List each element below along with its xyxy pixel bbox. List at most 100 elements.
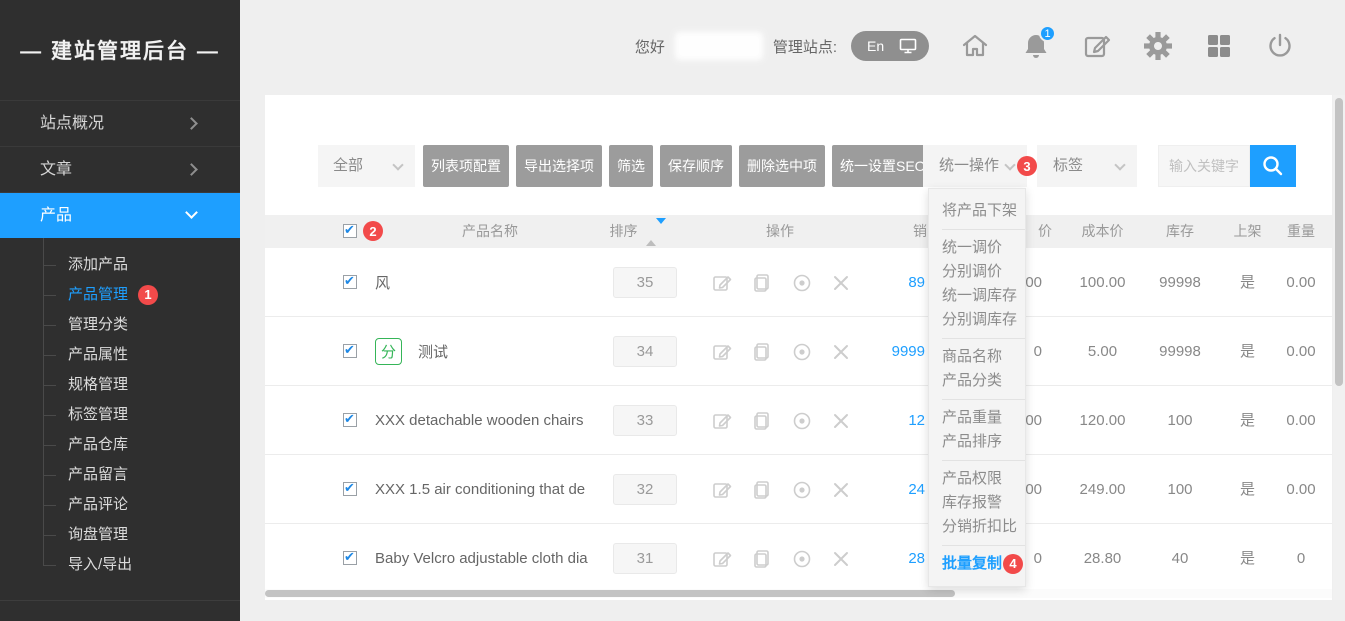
sidebar-subitem-label: 产品仓库 — [68, 436, 128, 453]
view-icon[interactable] — [791, 410, 813, 432]
edit-icon[interactable] — [711, 410, 733, 432]
sidebar-subitem-2[interactable]: 管理分类 — [0, 310, 240, 340]
sidebar-item-1[interactable]: 文章 — [0, 146, 240, 192]
settings-button[interactable] — [1143, 31, 1173, 61]
sales-link[interactable]: 89 — [820, 248, 925, 317]
compose-button[interactable] — [1082, 31, 1112, 61]
listed-value: 是 — [1220, 317, 1275, 386]
cost-value: 249.00 — [1055, 455, 1150, 524]
menu-item[interactable]: 产品权限 — [929, 467, 1025, 491]
menu-item[interactable]: 将产品下架 — [929, 199, 1025, 223]
horizontal-scrollbar-thumb[interactable] — [265, 590, 955, 597]
sort-order-input[interactable]: 32 — [613, 474, 677, 505]
sort-order-input[interactable]: 35 — [613, 267, 677, 298]
menu-item-batch-copy[interactable]: 批量复制4 — [929, 552, 1025, 576]
table-body: 风 35 89 00 100.00 99998 是 0.00 分测试 34 — [265, 248, 1332, 593]
home-button[interactable] — [960, 31, 990, 61]
logout-button[interactable] — [1265, 31, 1295, 61]
menu-divider — [942, 229, 1025, 230]
language-site-switcher[interactable]: En — [851, 31, 929, 61]
menu-item[interactable]: 产品分类 — [929, 369, 1025, 393]
sort-order-input[interactable]: 33 — [613, 405, 677, 436]
sidebar-subitem-label: 询盘管理 — [68, 526, 128, 543]
cost-value: 120.00 — [1055, 386, 1150, 455]
toolbar-button-2[interactable]: 筛选 — [609, 145, 653, 187]
product-name-text: XXX detachable wooden chairs — [375, 412, 583, 429]
tag-filter-dropdown[interactable]: 标签 — [1037, 145, 1137, 187]
edit-icon[interactable] — [711, 548, 733, 570]
menu-item[interactable]: 分别调库存 — [929, 308, 1025, 332]
weight-value: 0.00 — [1275, 386, 1327, 455]
sidebar-subitem-4[interactable]: 规格管理 — [0, 370, 240, 400]
row-checkbox[interactable] — [343, 275, 357, 289]
select-all-checkbox[interactable] — [343, 224, 357, 238]
sidebar-subitem-3[interactable]: 产品属性 — [0, 340, 240, 370]
horizontal-scrollbar[interactable] — [265, 589, 1332, 598]
copy-icon[interactable] — [751, 479, 773, 501]
sidebar-subitem-5[interactable]: 标签管理 — [0, 400, 240, 430]
menu-item[interactable]: 分别调价 — [929, 260, 1025, 284]
column-header-sort[interactable]: 排序 — [598, 215, 678, 248]
menu-item[interactable]: 库存报警 — [929, 491, 1025, 515]
product-name: Baby Velcro adjustable cloth dia — [375, 524, 607, 593]
toolbar-button-3[interactable]: 保存顺序 — [660, 145, 732, 187]
product-name-text: XXX 1.5 air conditioning that de — [375, 481, 585, 498]
search-input[interactable] — [1158, 145, 1250, 187]
toolbar-button-0[interactable]: 列表项配置 — [423, 145, 509, 187]
copy-icon[interactable] — [751, 548, 773, 570]
edit-icon[interactable] — [711, 479, 733, 501]
sidebar-item-2[interactable]: 产品 — [0, 192, 240, 238]
sidebar-subitem-6[interactable]: 产品仓库 — [0, 430, 240, 460]
sales-link[interactable]: 12 — [820, 386, 925, 455]
sales-link[interactable]: 28 — [820, 524, 925, 593]
row-checkbox[interactable] — [343, 551, 357, 565]
row-checkbox[interactable] — [343, 344, 357, 358]
sidebar-subitem-label: 导入/导出 — [68, 556, 132, 573]
menu-item[interactable]: 分销折扣比 — [929, 515, 1025, 539]
sidebar-subitem-9[interactable]: 询盘管理 — [0, 520, 240, 550]
sidebar-subitem-0[interactable]: 添加产品 — [0, 250, 240, 280]
weight-value: 0.00 — [1275, 317, 1327, 386]
sidebar-subitem-1[interactable]: 产品管理1 — [0, 280, 240, 310]
toolbar-button-5[interactable]: 统一设置SEO — [832, 145, 934, 187]
notifications-button[interactable]: 1 — [1021, 31, 1051, 61]
edit-icon[interactable] — [711, 272, 733, 294]
menu-item[interactable]: 产品重量 — [929, 406, 1025, 430]
vertical-scrollbar[interactable] — [1333, 95, 1345, 600]
search-button[interactable] — [1250, 145, 1296, 187]
menu-divider — [942, 460, 1025, 461]
copy-icon[interactable] — [751, 341, 773, 363]
view-icon[interactable] — [791, 341, 813, 363]
sidebar-subitem-8[interactable]: 产品评论 — [0, 490, 240, 520]
sidebar-item-0[interactable]: 站点概况 — [0, 100, 240, 146]
sales-link[interactable]: 24 — [820, 455, 925, 524]
sort-order-input[interactable]: 34 — [613, 336, 677, 367]
menu-item[interactable]: 统一调库存 — [929, 284, 1025, 308]
column-header-stock: 库存 — [1150, 215, 1210, 248]
row-checkbox[interactable] — [343, 413, 357, 427]
sales-link[interactable]: 9999 — [820, 317, 925, 386]
sidebar-subitem-label: 标签管理 — [68, 406, 128, 423]
toolbar-button-1[interactable]: 导出选择项 — [516, 145, 602, 187]
category-filter-select[interactable]: 全部 — [318, 145, 415, 187]
copy-icon[interactable] — [751, 410, 773, 432]
stock-value: 99998 — [1150, 248, 1210, 317]
menu-item[interactable]: 统一调价 — [929, 236, 1025, 260]
row-checkbox[interactable] — [343, 482, 357, 496]
view-icon[interactable] — [791, 548, 813, 570]
toolbar-button-4[interactable]: 删除选中项 — [739, 145, 825, 187]
menu-item[interactable]: 商品名称 — [929, 345, 1025, 369]
vertical-scrollbar-thumb[interactable] — [1335, 98, 1343, 386]
gear-icon — [1143, 31, 1173, 61]
view-icon[interactable] — [791, 272, 813, 294]
sidebar-subitem-7[interactable]: 产品留言 — [0, 460, 240, 490]
edit-icon[interactable] — [711, 341, 733, 363]
menu-item[interactable]: 产品排序 — [929, 430, 1025, 454]
monitor-icon — [899, 38, 917, 54]
batch-operation-dropdown[interactable]: 统一操作 — [923, 145, 1027, 187]
view-icon[interactable] — [791, 479, 813, 501]
apps-button[interactable] — [1204, 31, 1234, 61]
sort-order-input[interactable]: 31 — [613, 543, 677, 574]
copy-icon[interactable] — [751, 272, 773, 294]
sidebar-subitem-10[interactable]: 导入/导出 — [0, 550, 240, 580]
